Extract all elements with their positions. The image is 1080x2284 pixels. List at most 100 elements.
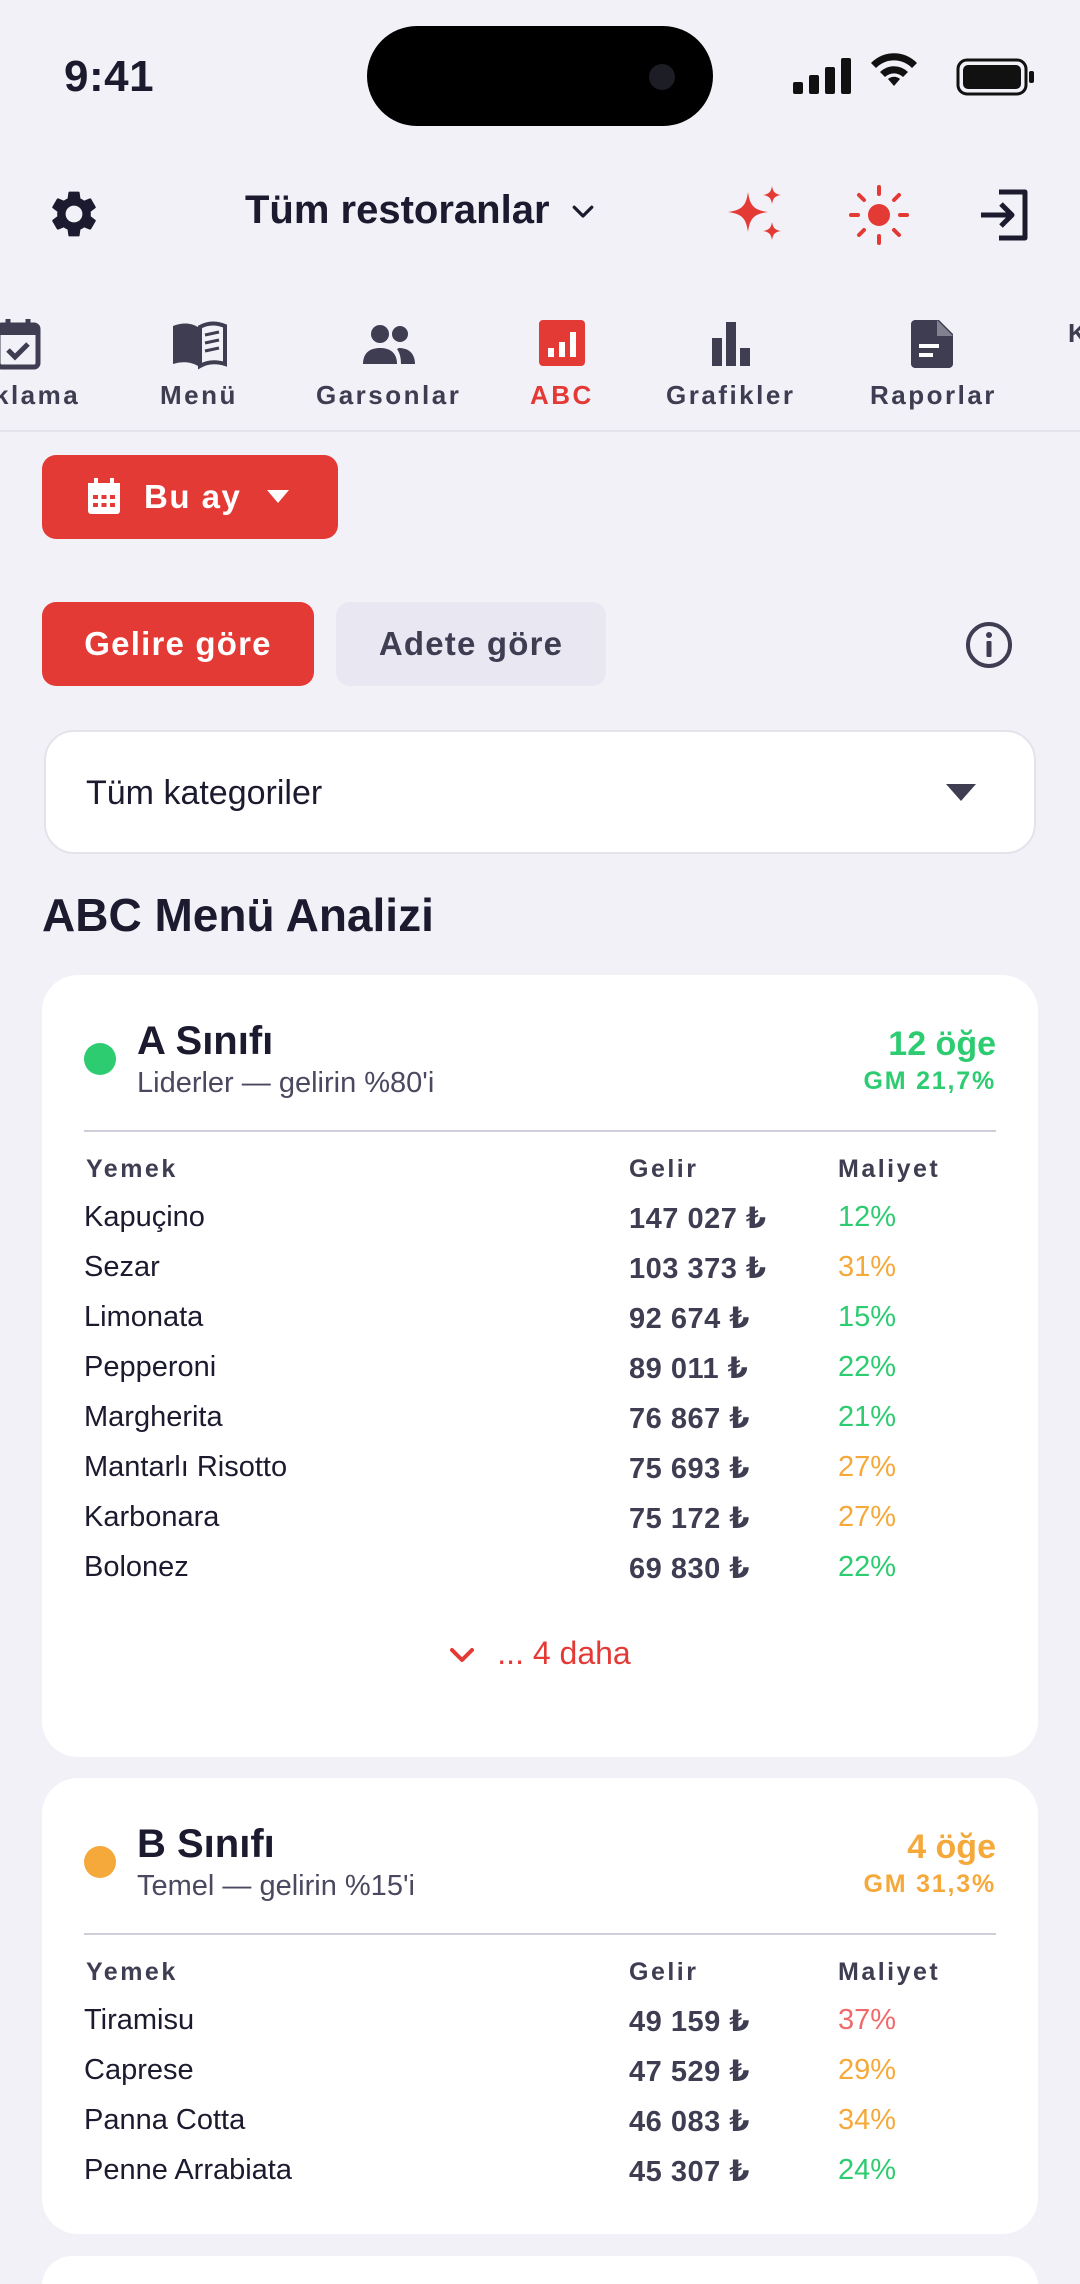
tab-label: Garsonlar (316, 380, 462, 410)
dynamic-island (367, 26, 713, 126)
dish-name: Pepperoni (84, 1351, 217, 1383)
dish-cost: 24% (838, 2154, 897, 2186)
dish-cost: 22% (838, 1351, 897, 1383)
gear-icon[interactable] (46, 186, 102, 242)
dish-name: Tiramisu (84, 2004, 195, 2036)
tab-reports[interactable]: Raporlar (870, 318, 997, 411)
column-header-cost: Maliyet (838, 1155, 941, 1183)
analytics-icon (538, 320, 585, 366)
class-a-indicator (84, 1043, 116, 1075)
status-bar: 9:41 (0, 0, 1080, 150)
category-select[interactable]: Tüm kategoriler (44, 730, 1036, 854)
dish-revenue: 89 011 ₺ (629, 1353, 749, 1385)
class-b-title: B Sınıfı (137, 1822, 275, 1866)
divider (84, 1933, 996, 1935)
dish-cost: 31% (838, 1251, 897, 1283)
sparkles-icon[interactable] (722, 182, 788, 248)
tab-menu[interactable]: Menü (160, 318, 238, 411)
tab-more-partial[interactable]: K (1068, 318, 1080, 349)
divider (84, 1130, 996, 1132)
dish-revenue: 147 027 ₺ (629, 1203, 767, 1235)
section-title: ABC Menü Analizi (42, 889, 434, 941)
dish-cost: 37% (838, 2004, 897, 2036)
chevron-down-icon (572, 205, 593, 218)
dish-cost: 27% (838, 1501, 897, 1533)
document-icon (911, 320, 954, 368)
table-row[interactable]: Bolonez 69 830 ₺ 22% (42, 1551, 1038, 1601)
by-quantity-toggle[interactable]: Adete göre (336, 602, 606, 686)
caret-down-icon (946, 784, 976, 801)
dish-revenue: 45 307 ₺ (629, 2156, 750, 2188)
show-more-label: ... 4 daha (497, 1635, 631, 1671)
tab-waiters[interactable]: Garsonlar (316, 318, 461, 411)
dish-name: Penne Arrabiata (84, 2154, 292, 2186)
dish-cost: 27% (838, 1451, 897, 1483)
dish-revenue: 92 674 ₺ (629, 1303, 750, 1335)
table-row[interactable]: Karbonara 75 172 ₺ 27% (42, 1501, 1038, 1551)
dish-name: Margherita (84, 1401, 223, 1433)
class-b-card: B Sınıfı Temel — gelirin %15'i 4 öğe GM … (42, 1778, 1038, 2234)
restaurant-label: Tüm restoranlar (245, 188, 550, 232)
table-row[interactable]: Mantarlı Risotto 75 693 ₺ 27% (42, 1451, 1038, 1501)
table-row[interactable]: Penne Arrabiata 45 307 ₺ 24% (42, 2154, 1038, 2204)
dish-revenue: 47 529 ₺ (629, 2056, 750, 2088)
dish-revenue: 75 172 ₺ (629, 1503, 750, 1535)
period-selector-button[interactable]: Bu ay (42, 455, 338, 539)
table-row[interactable]: Panna Cotta 46 083 ₺ 34% (42, 2104, 1038, 2154)
calendar-check-icon (0, 319, 41, 370)
cellular-signal-icon (793, 58, 851, 94)
calendar-icon (88, 478, 120, 514)
class-a-title: A Sınıfı (137, 1019, 274, 1063)
by-revenue-toggle[interactable]: Gelire göre (42, 602, 314, 686)
dish-name: Panna Cotta (84, 2104, 246, 2136)
class-b-count: 4 öğe (907, 1828, 996, 1866)
table-row[interactable]: Pepperoni 89 011 ₺ 22% (42, 1351, 1038, 1401)
tab-label-partial: K (1068, 318, 1080, 348)
column-header-revenue: Gelir (629, 1155, 699, 1183)
dish-name: Limonata (84, 1301, 204, 1333)
table-row[interactable]: Margherita 76 867 ₺ 21% (42, 1401, 1038, 1451)
class-b-indicator (84, 1846, 116, 1878)
dish-name: Caprese (84, 2054, 194, 2086)
tab-abc[interactable]: ABC (530, 318, 594, 411)
chevron-down-icon (450, 1647, 475, 1662)
category-value: Tüm kategoriler (86, 774, 323, 812)
tab-planning[interactable]: klama (0, 318, 80, 411)
tab-charts[interactable]: Grafikler (666, 318, 795, 411)
app-header: Tüm restoranlar (0, 170, 1080, 254)
class-c-card-partial (42, 2256, 1038, 2284)
caret-down-icon (267, 490, 290, 503)
dish-name: Mantarlı Risotto (84, 1451, 288, 1483)
logout-icon[interactable] (975, 186, 1033, 244)
restaurant-selector[interactable]: Tüm restoranlar (245, 188, 598, 233)
dish-cost: 34% (838, 2104, 897, 2136)
tab-label: Raporlar (870, 380, 997, 410)
column-header-dish: Yemek (86, 1155, 178, 1183)
table-row[interactable]: Limonata 92 674 ₺ 15% (42, 1301, 1038, 1351)
info-icon[interactable] (964, 620, 1014, 670)
table-row[interactable]: Kapuçino 147 027 ₺ 12% (42, 1201, 1038, 1251)
dish-revenue: 103 373 ₺ (629, 1253, 767, 1285)
table-row[interactable]: Tiramisu 49 159 ₺ 37% (42, 2004, 1038, 2054)
tab-label: ABC (530, 380, 594, 410)
battery-icon (956, 58, 1034, 96)
dish-cost: 29% (838, 2054, 897, 2086)
show-more-link[interactable]: ... 4 daha (42, 1635, 1038, 1672)
sun-icon[interactable] (848, 184, 910, 246)
dish-cost: 12% (838, 1201, 897, 1233)
status-time: 9:41 (64, 52, 155, 101)
class-a-gross-margin: GM 21,7% (863, 1067, 996, 1095)
dish-cost: 15% (838, 1301, 897, 1333)
dish-revenue: 76 867 ₺ (629, 1403, 750, 1435)
dish-revenue: 49 159 ₺ (629, 2006, 750, 2038)
dish-name: Sezar (84, 1251, 160, 1283)
bar-chart-icon (711, 322, 750, 366)
wifi-icon (871, 53, 917, 86)
book-icon (172, 321, 227, 370)
class-a-count: 12 öğe (888, 1025, 996, 1063)
dish-revenue: 69 830 ₺ (629, 1553, 750, 1585)
table-row[interactable]: Sezar 103 373 ₺ 31% (42, 1251, 1038, 1301)
dish-cost: 21% (838, 1401, 897, 1433)
table-row[interactable]: Caprese 47 529 ₺ 29% (42, 2054, 1038, 2104)
column-header-revenue: Gelir (629, 1958, 699, 1986)
